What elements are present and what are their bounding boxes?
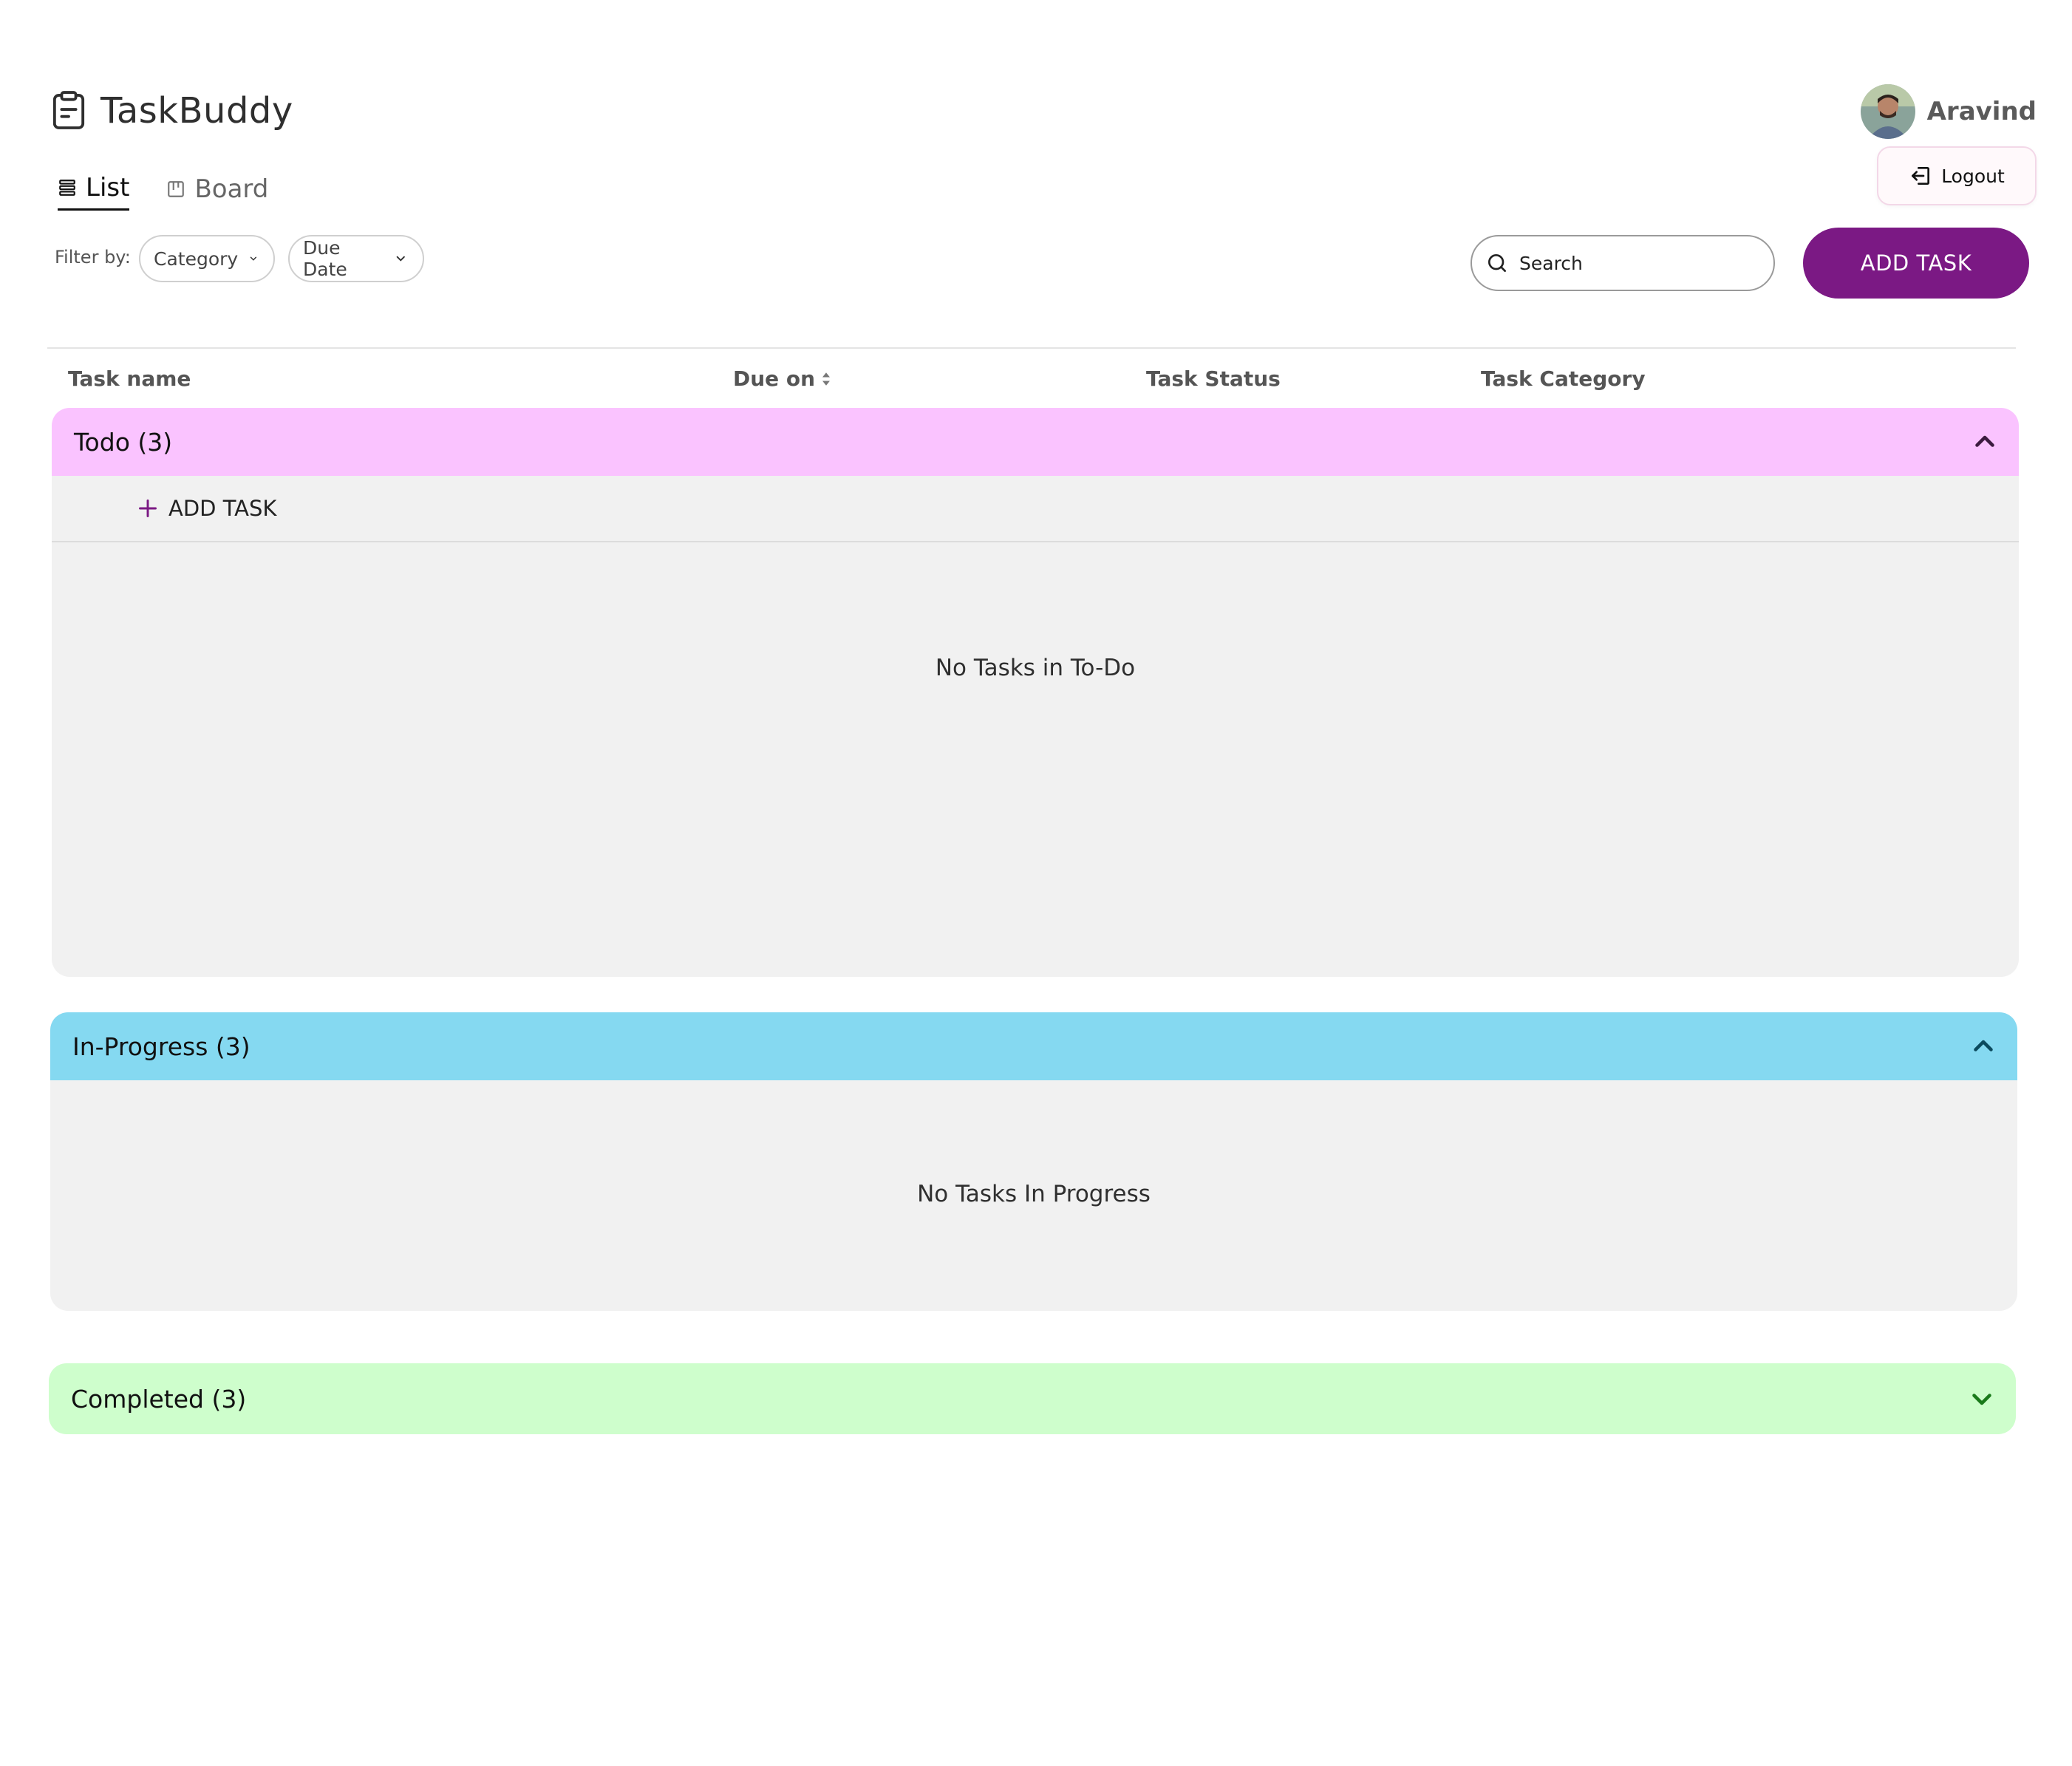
search-input[interactable] (1519, 252, 1756, 274)
search-icon (1488, 254, 1506, 272)
tab-list-label: List (86, 173, 130, 202)
tab-board-label: Board (194, 174, 269, 204)
column-task-category: Task Category (1481, 367, 1646, 391)
in-progress-section-body: No Tasks In Progress (50, 1080, 2017, 1311)
chevron-up-icon (1974, 1040, 1993, 1051)
todo-section-body: ADD TASK No Tasks in To-Do (52, 476, 2019, 977)
column-due-on[interactable]: Due on (733, 367, 831, 391)
view-tabs: List Board (58, 173, 268, 211)
chevron-down-icon (397, 256, 406, 262)
divider (47, 347, 2016, 349)
in-progress-empty-message: No Tasks In Progress (917, 1181, 1151, 1207)
column-task-status: Task Status (1146, 367, 1281, 391)
column-task-category-label: Task Category (1481, 367, 1646, 391)
filter-label: Filter by: (55, 247, 131, 267)
tab-list[interactable]: List (58, 173, 130, 211)
due-date-filter-label: Due Date (303, 237, 347, 280)
due-date-filter[interactable]: Due Date (288, 235, 424, 282)
logout-button[interactable]: Logout (1877, 146, 2037, 205)
completed-section-title: Completed (3) (71, 1384, 247, 1414)
chevron-up-icon (1975, 435, 1994, 447)
todo-section: Todo (3) ADD TASK No Tasks in To-Do (52, 408, 2019, 977)
app-title: TaskBuddy (100, 90, 293, 132)
todo-section-title: Todo (3) (74, 427, 173, 457)
chevron-down-icon (250, 256, 257, 261)
inline-add-task-label: ADD TASK (168, 496, 277, 521)
category-filter[interactable]: Category (139, 235, 275, 282)
completed-section-header[interactable]: Completed (3) (49, 1363, 2016, 1434)
add-task-button[interactable]: ADD TASK (1803, 228, 2029, 299)
category-filter-label: Category (154, 248, 239, 270)
in-progress-section-header[interactable]: In-Progress (3) (50, 1012, 2017, 1080)
completed-section: Completed (3) (49, 1363, 2016, 1434)
user-profile[interactable]: Aravind (1860, 84, 2037, 139)
todo-empty-message: No Tasks in To-Do (935, 655, 1136, 681)
sort-icon (822, 372, 831, 386)
chevron-down-icon (1972, 1394, 1991, 1405)
clipboard-icon (52, 90, 86, 132)
app-brand: TaskBuddy (52, 90, 293, 132)
in-progress-section: In-Progress (3) No Tasks In Progress (50, 1012, 2017, 1311)
search-box[interactable] (1470, 235, 1775, 291)
board-icon (168, 180, 185, 197)
column-task-name: Task name (68, 367, 191, 391)
column-task-status-label: Task Status (1146, 367, 1281, 391)
list-icon (59, 180, 75, 196)
in-progress-section-title: In-Progress (3) (72, 1032, 251, 1061)
inline-add-task-button[interactable]: ADD TASK (52, 476, 2019, 542)
logout-icon (1912, 167, 1930, 185)
tab-board[interactable]: Board (166, 173, 268, 211)
todo-section-header[interactable]: Todo (3) (52, 408, 2019, 476)
column-task-name-label: Task name (68, 367, 191, 391)
user-name: Aravind (1926, 97, 2037, 126)
column-due-on-label: Due on (733, 367, 816, 391)
logout-label: Logout (1941, 165, 2005, 187)
avatar (1860, 84, 1915, 139)
plus-icon (139, 500, 157, 517)
